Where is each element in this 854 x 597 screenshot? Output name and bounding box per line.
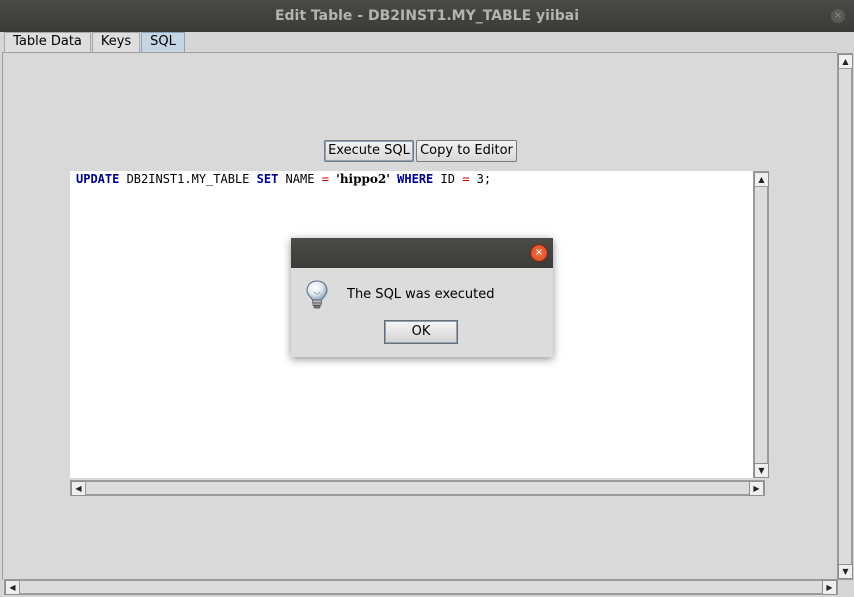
scroll-right-arrow-icon[interactable]: ▶ — [749, 481, 764, 496]
editor-vertical-scrollbar[interactable]: ▲ ▼ — [753, 171, 769, 478]
info-lightbulb-icon — [306, 280, 328, 314]
window-close-icon[interactable]: × — [831, 9, 845, 23]
sql-column-name: NAME — [278, 172, 322, 186]
window-title: Edit Table - DB2INST1.MY_TABLE yiibai — [274, 8, 580, 24]
sql-statement: UPDATE DB2INST1.MY_TABLE SET NAME = 'hip… — [76, 172, 491, 186]
scroll-down-arrow-icon[interactable]: ▼ — [838, 564, 853, 579]
tab-keys[interactable]: Keys — [92, 32, 140, 52]
tab-sql[interactable]: SQL — [141, 32, 185, 52]
execute-sql-button[interactable]: Execute SQL — [324, 140, 414, 162]
panel-horizontal-scrollbar[interactable]: ◀ ▶ — [4, 579, 838, 595]
scrollbar-thumb[interactable] — [754, 186, 768, 464]
dialog-title-bar[interactable]: × — [291, 238, 553, 268]
editor-horizontal-scrollbar[interactable]: ◀ ▶ — [70, 480, 765, 496]
sql-string-literal: 'hippo2' — [336, 172, 390, 186]
scroll-left-arrow-icon[interactable]: ◀ — [71, 481, 86, 496]
title-bar[interactable]: Edit Table - DB2INST1.MY_TABLE yiibai × — [0, 0, 854, 32]
sql-keyword-update: UPDATE — [76, 172, 120, 186]
message-dialog: × The SQL was executed OK — [291, 238, 553, 357]
copy-to-editor-button[interactable]: Copy to Editor — [416, 140, 517, 162]
edit-table-window: Edit Table - DB2INST1.MY_TABLE yiibai × … — [0, 0, 854, 597]
scrollbar-thumb[interactable] — [19, 580, 823, 594]
tab-bar: Table Data Keys SQL — [0, 32, 854, 52]
sql-keyword-where: WHERE — [397, 172, 434, 186]
sql-operator: = — [321, 172, 329, 186]
tab-table-data[interactable]: Table Data — [4, 32, 91, 52]
scroll-up-arrow-icon[interactable]: ▲ — [838, 54, 853, 69]
panel-vertical-scrollbar[interactable]: ▲ ▼ — [837, 53, 853, 580]
sql-id-value: 3; — [469, 172, 492, 186]
sql-keyword-set: SET — [256, 172, 279, 186]
dialog-close-icon[interactable]: × — [530, 244, 548, 262]
sql-table-name: DB2INST1.MY_TABLE — [119, 172, 257, 186]
scrollbar-thumb[interactable] — [85, 481, 750, 495]
scroll-right-arrow-icon[interactable]: ▶ — [822, 580, 837, 595]
dialog-message: The SQL was executed — [347, 287, 495, 302]
scrollbar-thumb[interactable] — [838, 68, 852, 565]
scroll-left-arrow-icon[interactable]: ◀ — [5, 580, 20, 595]
sql-where-column: ID — [433, 172, 463, 186]
ok-button[interactable]: OK — [384, 320, 458, 344]
scroll-up-arrow-icon[interactable]: ▲ — [754, 172, 769, 187]
scroll-down-arrow-icon[interactable]: ▼ — [754, 463, 769, 478]
